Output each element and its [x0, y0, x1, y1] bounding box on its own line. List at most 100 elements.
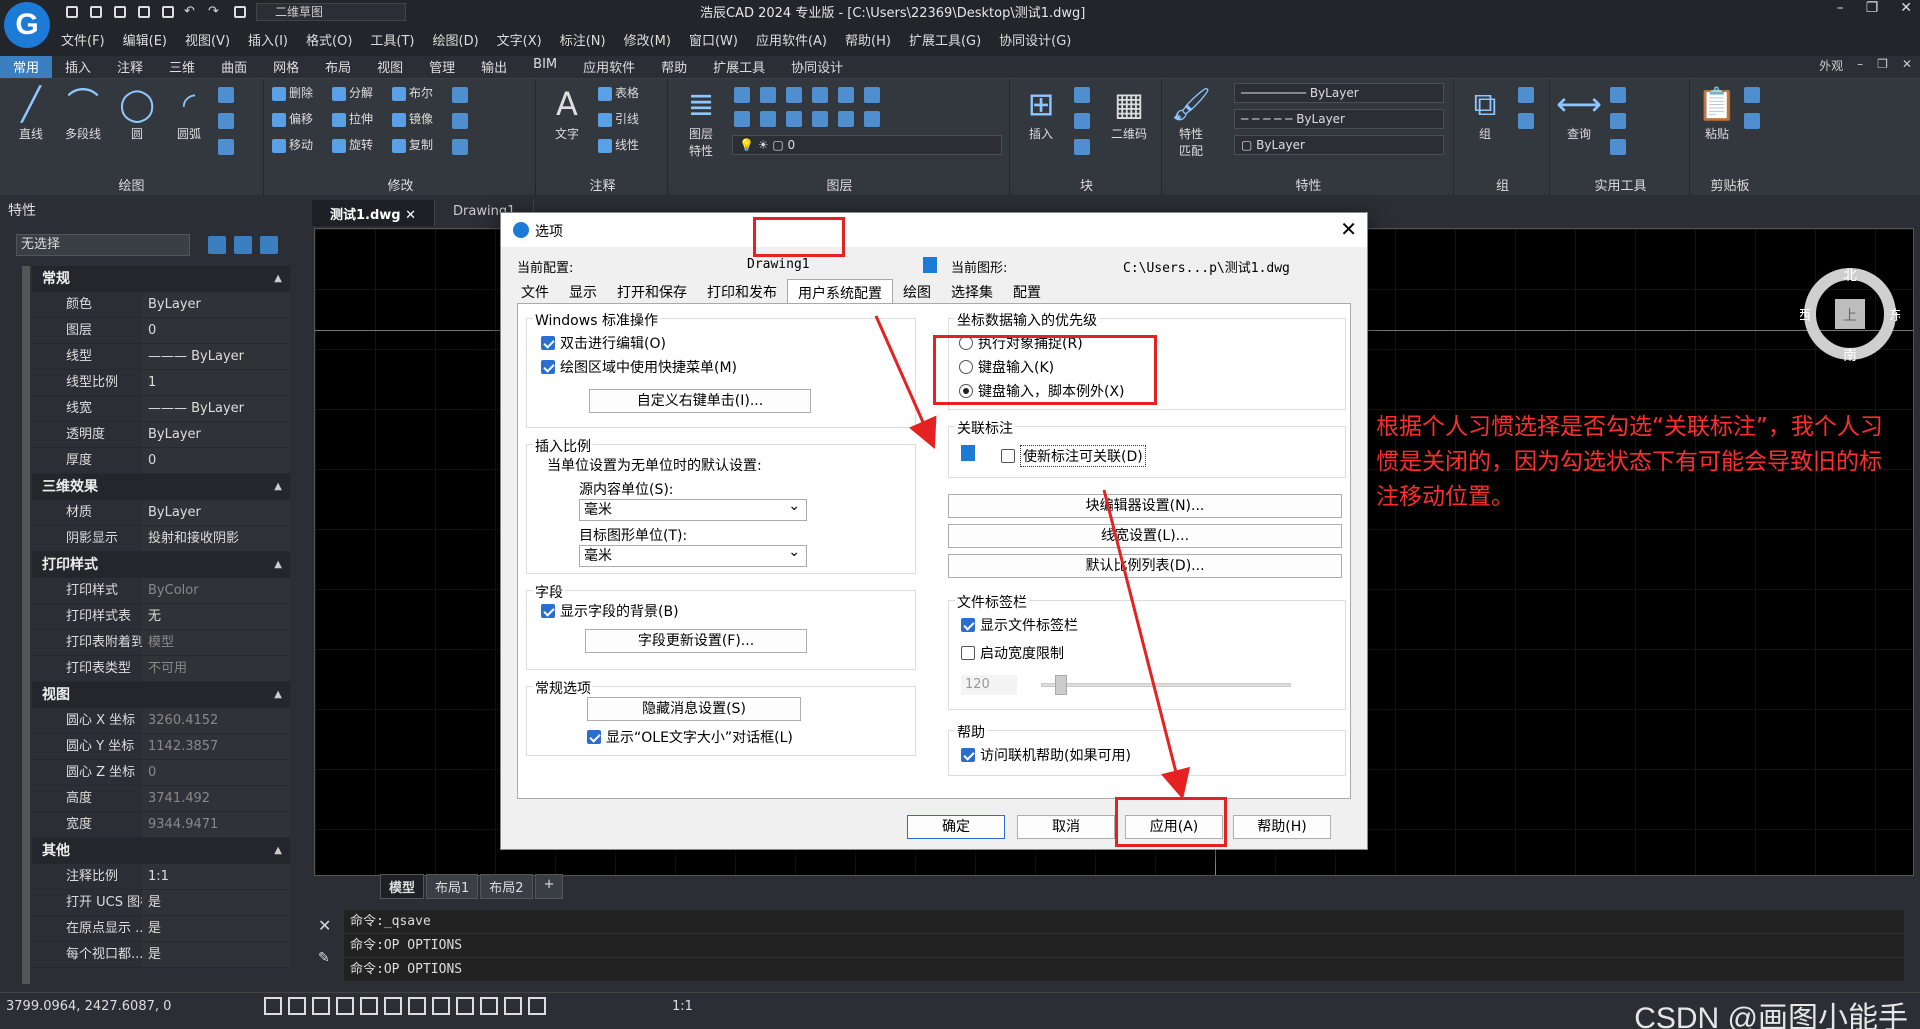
command-input-line[interactable]: 命令:OP OPTIONS — [344, 958, 1904, 982]
keyboard-priority-radio[interactable]: 键盘输入(K) — [959, 357, 1054, 377]
property-row[interactable]: 打印样式 ByColor — [32, 578, 290, 604]
ribbon-close-icon[interactable]: ✕ — [1902, 57, 1912, 74]
property-row[interactable]: 线型比例 1 — [32, 370, 290, 396]
layer-tool-icon[interactable] — [760, 111, 776, 127]
close-icon[interactable]: ✕ — [1340, 217, 1357, 241]
property-row[interactable]: 透明度 ByLayer — [32, 422, 290, 448]
selection-cycle-icon[interactable] — [504, 997, 522, 1015]
property-row[interactable]: 高度 3741.492 — [32, 786, 290, 812]
menu-item[interactable]: 工具(T) — [361, 30, 423, 49]
select-objects-icon[interactable] — [234, 236, 252, 254]
menu-item[interactable]: 编辑(E) — [114, 30, 176, 49]
property-section-header[interactable]: 三维效果 — [32, 474, 290, 500]
minimize-icon[interactable]: – — [1837, 0, 1844, 16]
qrcode-tool[interactable]: ▦ 二维码 — [1106, 83, 1152, 142]
property-section-header[interactable]: 其他 — [32, 838, 290, 864]
trim-icon[interactable] — [452, 139, 468, 155]
query-tool[interactable]: ⟷ 查询 — [1556, 83, 1602, 142]
point-icon[interactable] — [218, 87, 234, 103]
property-value[interactable]: ——— ByLayer — [142, 344, 290, 369]
selection-dropdown[interactable]: 无选择 — [16, 234, 190, 256]
menu-item[interactable]: 扩展工具(G) — [900, 30, 990, 49]
block-create-icon[interactable] — [1074, 139, 1090, 155]
annotation-scale[interactable]: 1:1 — [672, 999, 693, 1014]
width-limit-checkbox[interactable]: 启动宽度限制 — [961, 643, 1064, 663]
panel-group-title[interactable]: 组 — [1456, 175, 1549, 194]
new-file-icon[interactable] — [64, 4, 80, 20]
layer-dropdown[interactable]: 💡 ☀ ▢ 0 — [732, 135, 1002, 155]
close-icon[interactable]: ✕ — [1900, 0, 1912, 16]
source-units-select[interactable]: 毫米 — [579, 496, 807, 521]
layer-tool-icon[interactable] — [786, 111, 802, 127]
explode-tool[interactable]: 分解 — [332, 83, 373, 103]
ribbon-tab[interactable]: 输出 — [468, 56, 520, 78]
polar-icon[interactable] — [360, 997, 378, 1015]
osnap-priority-radio[interactable]: 执行对象捕捉(R) — [959, 333, 1083, 353]
stretch-tool[interactable]: 拉伸 — [332, 109, 373, 129]
property-section-header[interactable]: 常规 — [32, 266, 290, 292]
keyboard-except-script-radio[interactable]: 键盘输入，脚本例外(X) — [959, 381, 1125, 401]
copy-clip-icon[interactable] — [1744, 87, 1760, 103]
layer-tool-icon[interactable] — [864, 111, 880, 127]
menu-item[interactable]: 视图(V) — [176, 30, 239, 49]
lineweight-icon[interactable] — [456, 997, 474, 1015]
block-editor-settings-button[interactable]: 块编辑器设置(N)... — [948, 494, 1342, 518]
pickadd-icon[interactable] — [260, 236, 278, 254]
property-row[interactable]: 线型 ——— ByLayer — [32, 344, 290, 370]
lineweight-dropdown[interactable]: ▢ ByLayer — [1234, 135, 1444, 155]
panel-modify-title[interactable]: 修改 — [266, 175, 535, 194]
target-units-select[interactable]: 毫米 — [579, 542, 807, 567]
compass-south[interactable]: 南 — [1843, 348, 1857, 364]
options-tab[interactable]: 选择集 — [941, 279, 1003, 306]
panel-draw-title[interactable]: 绘图 — [0, 175, 263, 194]
property-value[interactable]: 1:1 — [142, 864, 290, 889]
restore-icon[interactable]: ❐ — [1866, 0, 1879, 16]
lineweight-settings-button[interactable]: 线宽设置(L)... — [948, 524, 1342, 548]
panel-layers-title[interactable]: 图层 — [670, 175, 1009, 194]
property-value[interactable]: ByLayer — [142, 422, 290, 447]
assoc-dim-checkbox[interactable]: 使新标注可关联(D) — [1001, 445, 1146, 467]
property-row[interactable]: 线宽 ——— ByLayer — [32, 396, 290, 422]
show-file-tabs-checkbox[interactable]: 显示文件标签栏 — [961, 615, 1078, 635]
color-dropdown[interactable]: ───────── ByLayer — [1234, 83, 1444, 103]
ribbon-tab[interactable]: 常用 — [0, 56, 53, 78]
transparency-icon[interactable] — [480, 997, 498, 1015]
property-section-header[interactable]: 打印样式 — [32, 552, 290, 578]
property-value[interactable]: 是 — [142, 942, 290, 967]
ribbon-tab[interactable]: 插入 — [52, 56, 104, 78]
property-row[interactable]: 颜色 ByLayer — [32, 292, 290, 318]
viewcube-compass[interactable]: 上 北 南 东 西 — [1800, 264, 1900, 364]
command-customize-icon[interactable]: ✎ — [318, 950, 330, 966]
redo-icon[interactable]: ↷ — [208, 4, 224, 20]
online-help-checkbox[interactable]: 访问联机帮助(如果可用) — [961, 745, 1131, 765]
property-row[interactable]: 厚度 0 — [32, 448, 290, 474]
osnap-icon[interactable] — [384, 997, 402, 1015]
layer-tool-icon[interactable] — [864, 87, 880, 103]
property-row[interactable]: 打印表类型 不可用 — [32, 656, 290, 682]
panel-annotate-title[interactable]: 注释 — [538, 175, 667, 194]
move-tool[interactable]: 移动 — [272, 135, 313, 155]
menu-item[interactable]: 插入(I) — [239, 30, 297, 49]
dyn-input-icon[interactable] — [432, 997, 450, 1015]
property-row[interactable]: 打印样式表无 — [32, 604, 290, 630]
group-edit-icon[interactable] — [1518, 113, 1534, 129]
utility-icon[interactable] — [1610, 139, 1626, 155]
field-background-checkbox[interactable]: 显示字段的背景(B) — [541, 601, 679, 621]
menu-item[interactable]: 窗口(W) — [680, 30, 747, 49]
compass-north[interactable]: 北 — [1843, 268, 1857, 284]
leader-tool[interactable]: 引线 — [598, 109, 639, 129]
slider-thumb[interactable] — [1055, 675, 1067, 695]
panel-block-title[interactable]: 块 — [1012, 175, 1161, 194]
fillet-icon[interactable] — [452, 113, 468, 129]
array-icon[interactable] — [452, 87, 468, 103]
ellipse-icon[interactable] — [218, 113, 234, 129]
layer-tool-icon[interactable] — [838, 111, 854, 127]
menu-item[interactable]: 应用软件(A) — [747, 30, 836, 49]
field-update-button[interactable]: 字段更新设置(F)... — [585, 629, 807, 653]
menu-item[interactable]: 帮助(H) — [836, 30, 900, 49]
ortho-icon[interactable] — [336, 997, 354, 1015]
otrack-icon[interactable] — [408, 997, 426, 1015]
help-button[interactable]: 帮助(H) — [1233, 815, 1331, 839]
appearance-menu[interactable]: 外观 — [1819, 57, 1843, 74]
property-value[interactable]: 0 — [142, 448, 290, 473]
